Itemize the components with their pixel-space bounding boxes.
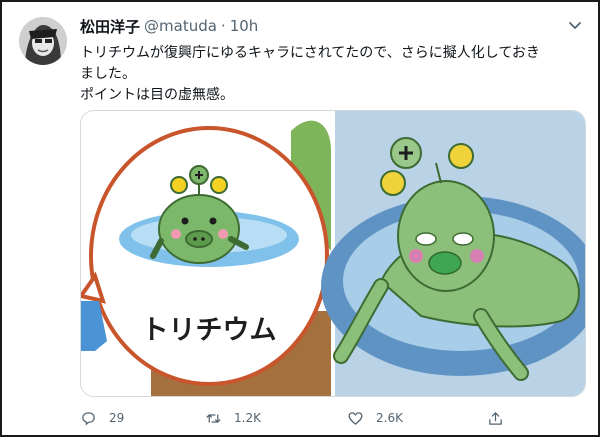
share-button[interactable] bbox=[487, 407, 504, 429]
reply-icon bbox=[82, 411, 95, 426]
avatar-image bbox=[19, 17, 67, 65]
more-options-chevron-icon[interactable] bbox=[567, 17, 583, 33]
separator-dot: · bbox=[220, 17, 226, 35]
avatar[interactable] bbox=[19, 17, 67, 65]
media-images: トリチウム bbox=[81, 111, 585, 396]
tweet-actions: 29 1.2K 2.6K bbox=[80, 407, 510, 429]
share-icon bbox=[489, 411, 502, 425]
right-image-humanized-illustration[interactable] bbox=[321, 111, 585, 396]
retweet-count: 1.2K bbox=[234, 411, 261, 425]
like-button[interactable]: 2.6K bbox=[347, 407, 403, 429]
tweet-header: 松田洋子 @matuda · 10h bbox=[80, 15, 580, 37]
tweet-text-line: ました。 bbox=[80, 66, 136, 82]
tweet-text: トリチウムが復興庁にゆるキャラにされてたので、さらに擬人化しておき ました。 ポ… bbox=[80, 43, 580, 106]
retweet-icon bbox=[206, 413, 221, 423]
heart-icon bbox=[348, 411, 363, 425]
left-image-mascot-illustration[interactable] bbox=[81, 111, 331, 396]
tweet-media[interactable]: トリチウム bbox=[80, 110, 586, 397]
tweet-text-line: ポイントは目の虚無感。 bbox=[80, 87, 234, 103]
reply-count: 29 bbox=[109, 411, 125, 425]
retweet-button[interactable]: 1.2K bbox=[205, 407, 261, 429]
mascot-name-label: トリチウム bbox=[142, 315, 277, 345]
like-count: 2.6K bbox=[376, 411, 403, 425]
timestamp[interactable]: 10h bbox=[230, 17, 259, 35]
display-name[interactable]: 松田洋子 bbox=[80, 16, 140, 37]
tweet-frame: 松田洋子 @matuda · 10h トリチウムが復興庁にゆるキャラにされてたの… bbox=[0, 0, 600, 437]
tweet-text-line: トリチウムが復興庁にゆるキャラにされてたので、さらに擬人化しておき bbox=[80, 45, 540, 61]
user-handle[interactable]: @matuda bbox=[144, 17, 217, 35]
reply-button[interactable]: 29 bbox=[80, 407, 124, 429]
